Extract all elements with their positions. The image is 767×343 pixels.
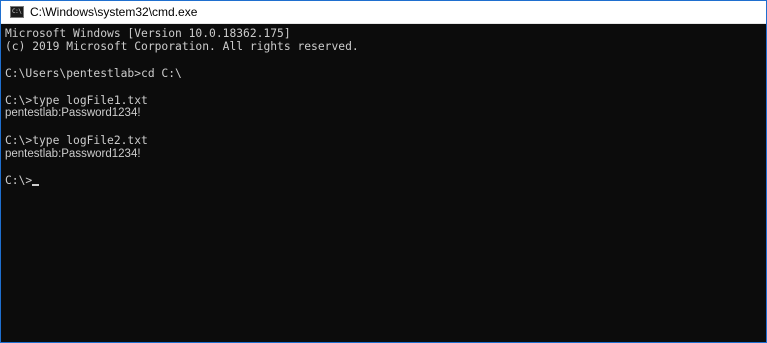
console-line: pentestlab:Password1234! <box>5 147 141 160</box>
console-output[interactable]: Microsoft Windows [Version 10.0.18362.17… <box>1 24 766 342</box>
console-line: C:\Users\pentestlab>cd C:\ <box>5 67 182 81</box>
title-bar[interactable]: C:\ C:\Windows\system32\cmd.exe <box>1 1 766 24</box>
cmd-window: C:\ C:\Windows\system32\cmd.exe Microsof… <box>0 0 767 343</box>
window-title: C:\Windows\system32\cmd.exe <box>30 5 198 19</box>
prompt-line[interactable]: C:\> <box>5 174 766 187</box>
console-line: pentestlab:Password1234! <box>5 107 141 120</box>
console-icon-glyph: C:\ <box>12 8 22 15</box>
console-line: C:\>type logFile1.txt <box>5 93 148 107</box>
console-icon: C:\ <box>10 6 24 18</box>
console-line: C:\>type logFile2.txt <box>5 134 148 148</box>
console-line: (c) 2019 Microsoft Corporation. All righ… <box>5 40 359 54</box>
command-prompt: C:\> <box>5 174 33 188</box>
console-line: Microsoft Windows [Version 10.0.18362.17… <box>5 27 291 40</box>
text-cursor <box>32 183 40 186</box>
